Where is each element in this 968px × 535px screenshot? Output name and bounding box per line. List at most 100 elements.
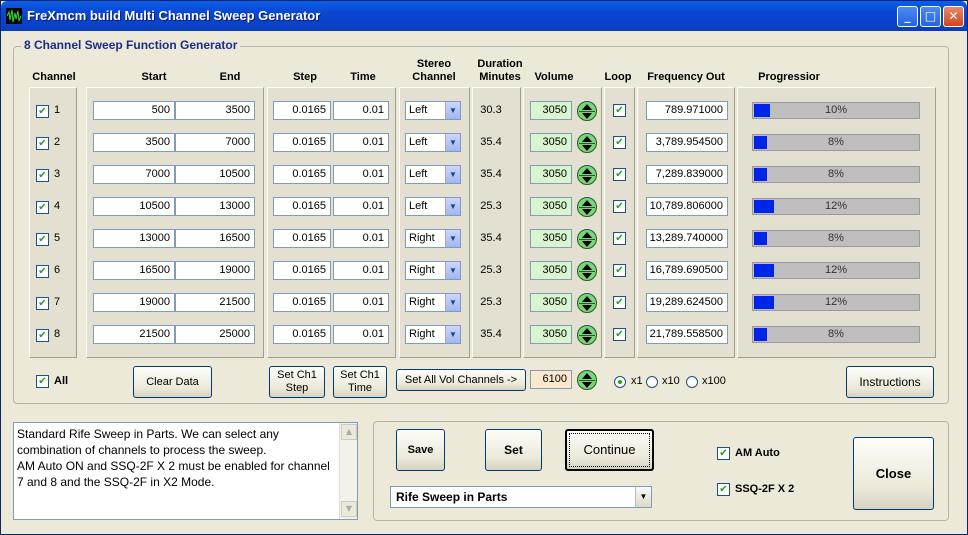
all-volume-input[interactable]: 6100 <box>530 370 572 389</box>
x10-radio[interactable] <box>646 376 658 388</box>
time-input[interactable]: 0.01 <box>333 293 389 312</box>
start-input[interactable]: 16500 <box>93 261 175 280</box>
stereo-select[interactable]: Left ▼ <box>405 133 461 152</box>
time-input[interactable]: 0.01 <box>333 325 389 344</box>
set-ch1-step-button[interactable]: Set Ch1 Step <box>269 366 325 398</box>
start-input[interactable]: 500 <box>93 101 175 120</box>
volume-input[interactable]: 3050 <box>530 197 572 216</box>
volume-input[interactable]: 3050 <box>530 229 572 248</box>
time-input[interactable]: 0.01 <box>333 261 389 280</box>
start-input[interactable]: 7000 <box>93 165 175 184</box>
description-text[interactable]: Standard Rife Sweep in Parts. We can sel… <box>13 422 358 520</box>
start-input[interactable]: 21500 <box>93 325 175 344</box>
volume-spinner[interactable] <box>577 229 597 249</box>
volume-spinner[interactable] <box>577 261 597 281</box>
step-input[interactable]: 0.0165 <box>273 101 331 120</box>
stereo-select[interactable]: Left ▼ <box>405 197 461 216</box>
stereo-select[interactable]: Right ▼ <box>405 229 461 248</box>
channel-checkbox[interactable]: ✔ <box>36 329 49 342</box>
chevron-down-icon[interactable]: ▼ <box>445 294 460 311</box>
loop-checkbox[interactable]: ✔ <box>613 232 626 245</box>
channel-checkbox[interactable]: ✔ <box>36 137 49 150</box>
volume-spinner[interactable] <box>577 325 597 345</box>
set-all-vol-button[interactable]: Set All Vol Channels -> <box>396 369 526 391</box>
scroll-down-icon[interactable]: ▼ <box>341 501 357 517</box>
channel-checkbox[interactable]: ✔ <box>36 201 49 214</box>
end-input[interactable]: 10500 <box>175 165 255 184</box>
loop-checkbox[interactable]: ✔ <box>613 104 626 117</box>
maximize-button[interactable]: □ <box>920 6 941 27</box>
chevron-down-icon[interactable]: ▼ <box>445 230 460 247</box>
loop-checkbox[interactable]: ✔ <box>613 264 626 277</box>
am-auto-checkbox[interactable]: ✔ <box>717 447 730 460</box>
volume-input[interactable]: 3050 <box>530 293 572 312</box>
step-input[interactable]: 0.0165 <box>273 197 331 216</box>
chevron-down-icon[interactable]: ▼ <box>445 262 460 279</box>
volume-spinner[interactable] <box>577 101 597 121</box>
save-button[interactable]: Save <box>396 429 445 471</box>
loop-checkbox[interactable]: ✔ <box>613 168 626 181</box>
close-button[interactable]: Close <box>853 437 934 510</box>
clear-data-button[interactable]: Clear Data <box>133 366 212 398</box>
loop-checkbox[interactable]: ✔ <box>613 200 626 213</box>
volume-spinner[interactable] <box>577 293 597 313</box>
start-input[interactable]: 19000 <box>93 293 175 312</box>
time-input[interactable]: 0.01 <box>333 229 389 248</box>
description-scrollbar[interactable]: ▲ ▼ <box>339 423 357 519</box>
chevron-down-icon[interactable]: ▼ <box>445 198 460 215</box>
step-input[interactable]: 0.0165 <box>273 325 331 344</box>
channel-checkbox[interactable]: ✔ <box>36 265 49 278</box>
stereo-select[interactable]: Right ▼ <box>405 261 461 280</box>
channel-checkbox[interactable]: ✔ <box>36 105 49 118</box>
time-input[interactable]: 0.01 <box>333 197 389 216</box>
start-input[interactable]: 3500 <box>93 133 175 152</box>
volume-input[interactable]: 3050 <box>530 101 572 120</box>
stereo-select[interactable]: Right ▼ <box>405 293 461 312</box>
step-input[interactable]: 0.0165 <box>273 261 331 280</box>
ssq-checkbox[interactable]: ✔ <box>717 483 730 496</box>
time-input[interactable]: 0.01 <box>333 165 389 184</box>
set-ch1-time-button[interactable]: Set Ch1 Time <box>333 366 387 398</box>
end-input[interactable]: 21500 <box>175 293 255 312</box>
set-button[interactable]: Set <box>485 429 542 471</box>
stereo-select[interactable]: Right ▼ <box>405 325 461 344</box>
chevron-down-icon[interactable]: ▼ <box>445 326 460 343</box>
title-bar[interactable]: FreXmcm build Multi Channel Sweep Genera… <box>1 1 967 31</box>
loop-checkbox[interactable]: ✔ <box>613 328 626 341</box>
chevron-down-icon[interactable]: ▼ <box>445 102 460 119</box>
time-input[interactable]: 0.01 <box>333 101 389 120</box>
volume-input[interactable]: 3050 <box>530 261 572 280</box>
volume-input[interactable]: 3050 <box>530 165 572 184</box>
end-input[interactable]: 25000 <box>175 325 255 344</box>
end-input[interactable]: 19000 <box>175 261 255 280</box>
continue-button[interactable]: Continue <box>565 429 654 471</box>
x1-radio[interactable] <box>614 376 626 388</box>
channel-checkbox[interactable]: ✔ <box>36 297 49 310</box>
scroll-up-icon[interactable]: ▲ <box>341 424 357 440</box>
end-input[interactable]: 7000 <box>175 133 255 152</box>
volume-spinner[interactable] <box>577 133 597 153</box>
volume-spinner[interactable] <box>577 197 597 217</box>
loop-checkbox[interactable]: ✔ <box>613 296 626 309</box>
preset-select[interactable]: Rife Sweep in Parts ▼ <box>390 486 652 508</box>
stereo-select[interactable]: Left ▼ <box>405 101 461 120</box>
step-input[interactable]: 0.0165 <box>273 165 331 184</box>
close-window-button[interactable]: ✕ <box>943 6 964 27</box>
channel-checkbox[interactable]: ✔ <box>36 169 49 182</box>
step-input[interactable]: 0.0165 <box>273 229 331 248</box>
end-input[interactable]: 3500 <box>175 101 255 120</box>
volume-input[interactable]: 3050 <box>530 325 572 344</box>
all-checkbox[interactable]: ✔ <box>36 375 49 388</box>
start-input[interactable]: 13000 <box>93 229 175 248</box>
volume-spinner[interactable] <box>577 165 597 185</box>
minimize-button[interactable]: _ <box>897 6 918 27</box>
end-input[interactable]: 16500 <box>175 229 255 248</box>
end-input[interactable]: 13000 <box>175 197 255 216</box>
stereo-select[interactable]: Left ▼ <box>405 165 461 184</box>
volume-input[interactable]: 3050 <box>530 133 572 152</box>
loop-checkbox[interactable]: ✔ <box>613 136 626 149</box>
time-input[interactable]: 0.01 <box>333 133 389 152</box>
chevron-down-icon[interactable]: ▼ <box>635 487 651 507</box>
start-input[interactable]: 10500 <box>93 197 175 216</box>
x100-radio[interactable] <box>686 376 698 388</box>
